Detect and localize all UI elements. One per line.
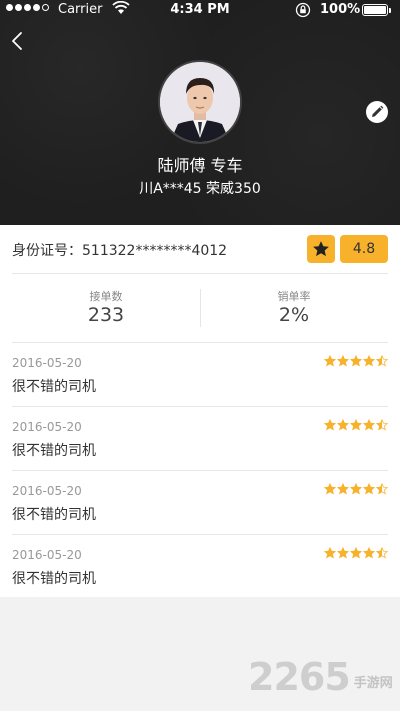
review-rating (324, 483, 388, 495)
lock-rotation-icon (295, 2, 311, 22)
review-text: 很不错的司机 (12, 571, 96, 587)
review-text: 很不错的司机 (12, 379, 96, 395)
review-date: 2016-05-20 (12, 420, 82, 434)
driver-avatar (160, 62, 240, 142)
review-item: 2016-05-20 很不错的司机 (12, 535, 388, 598)
site-watermark: 2265 手游网 (248, 652, 398, 702)
cancel-rate-label: 销单率 (277, 290, 311, 303)
star-icon (313, 241, 329, 257)
profile-header: Carrier 4:34 PM 100% 陆师傅 专车 川A***45 荣威35… (0, 0, 400, 225)
battery-percent: 100% (320, 2, 361, 17)
back-button[interactable] (8, 30, 28, 52)
orders-label: 接单数 (89, 290, 123, 303)
rating-star-icon (350, 355, 362, 367)
orders-stat: 接单数 233 (12, 274, 200, 342)
review-list: 2016-05-20 很不错的司机 2016-05-20 很不错的司机 2016… (12, 343, 388, 598)
id-row: 身份证号：511322********4012 4.8 (12, 225, 388, 274)
review-date: 2016-05-20 (12, 356, 82, 370)
rating-score: 4.8 (340, 235, 388, 263)
rating-star-icon (376, 355, 388, 367)
review-item: 2016-05-20 很不错的司机 (12, 407, 388, 471)
rating-star-icon (324, 355, 336, 367)
rating-star-icon (350, 419, 362, 431)
cancel-rate-stat: 销单率 2% (200, 274, 388, 342)
driver-info-card: 身份证号：511322********4012 4.8 接单数 233 销单率 … (0, 225, 400, 597)
car-info: 川A***45 荣威350 (139, 181, 261, 197)
stats-row: 接单数 233 销单率 2% (12, 274, 388, 343)
rating-star-icon (350, 547, 362, 559)
status-bar: Carrier 4:34 PM 100% (0, 0, 400, 22)
rating-star-icon (363, 483, 375, 495)
watermark-suffix: 手游网 (353, 675, 393, 691)
review-item: 2016-05-20 很不错的司机 (12, 471, 388, 535)
rating-star-icon (337, 547, 349, 559)
battery-icon (362, 4, 391, 16)
rating-star-icon (363, 355, 375, 367)
rating-star-icon (324, 419, 336, 431)
id-label: 身份证号： (12, 243, 82, 259)
rating-star-icon (363, 547, 375, 559)
driver-name: 陆师傅 专车 (157, 156, 243, 175)
watermark-number: 2265 (248, 655, 351, 699)
review-rating (324, 547, 388, 559)
rating-star-icon (324, 547, 336, 559)
review-item: 2016-05-20 很不错的司机 (12, 343, 388, 407)
review-text: 很不错的司机 (12, 507, 96, 523)
rating-star-icon (337, 483, 349, 495)
edit-profile-button[interactable] (366, 101, 388, 123)
review-rating (324, 355, 388, 367)
rating-star-icon (376, 547, 388, 559)
rating-star-icon (337, 419, 349, 431)
orders-value: 233 (87, 304, 125, 326)
rating-star-icon (350, 483, 362, 495)
rating-star-icon (376, 419, 388, 431)
rating-star-icon (337, 355, 349, 367)
rating-star-icon (376, 483, 388, 495)
rating-star-icon (324, 483, 336, 495)
rating-star-icon (363, 419, 375, 431)
id-number: 511322********4012 (82, 243, 228, 259)
review-rating (324, 419, 388, 431)
review-date: 2016-05-20 (12, 548, 82, 562)
review-text: 很不错的司机 (12, 443, 96, 459)
back-arrow-icon (12, 32, 22, 50)
id-number-text: 身份证号：511322********4012 (12, 240, 227, 260)
cancel-rate-value: 2% (278, 304, 310, 326)
edit-pencil-icon (372, 105, 384, 117)
rating-star-badge (307, 235, 335, 263)
review-date: 2016-05-20 (12, 484, 82, 498)
